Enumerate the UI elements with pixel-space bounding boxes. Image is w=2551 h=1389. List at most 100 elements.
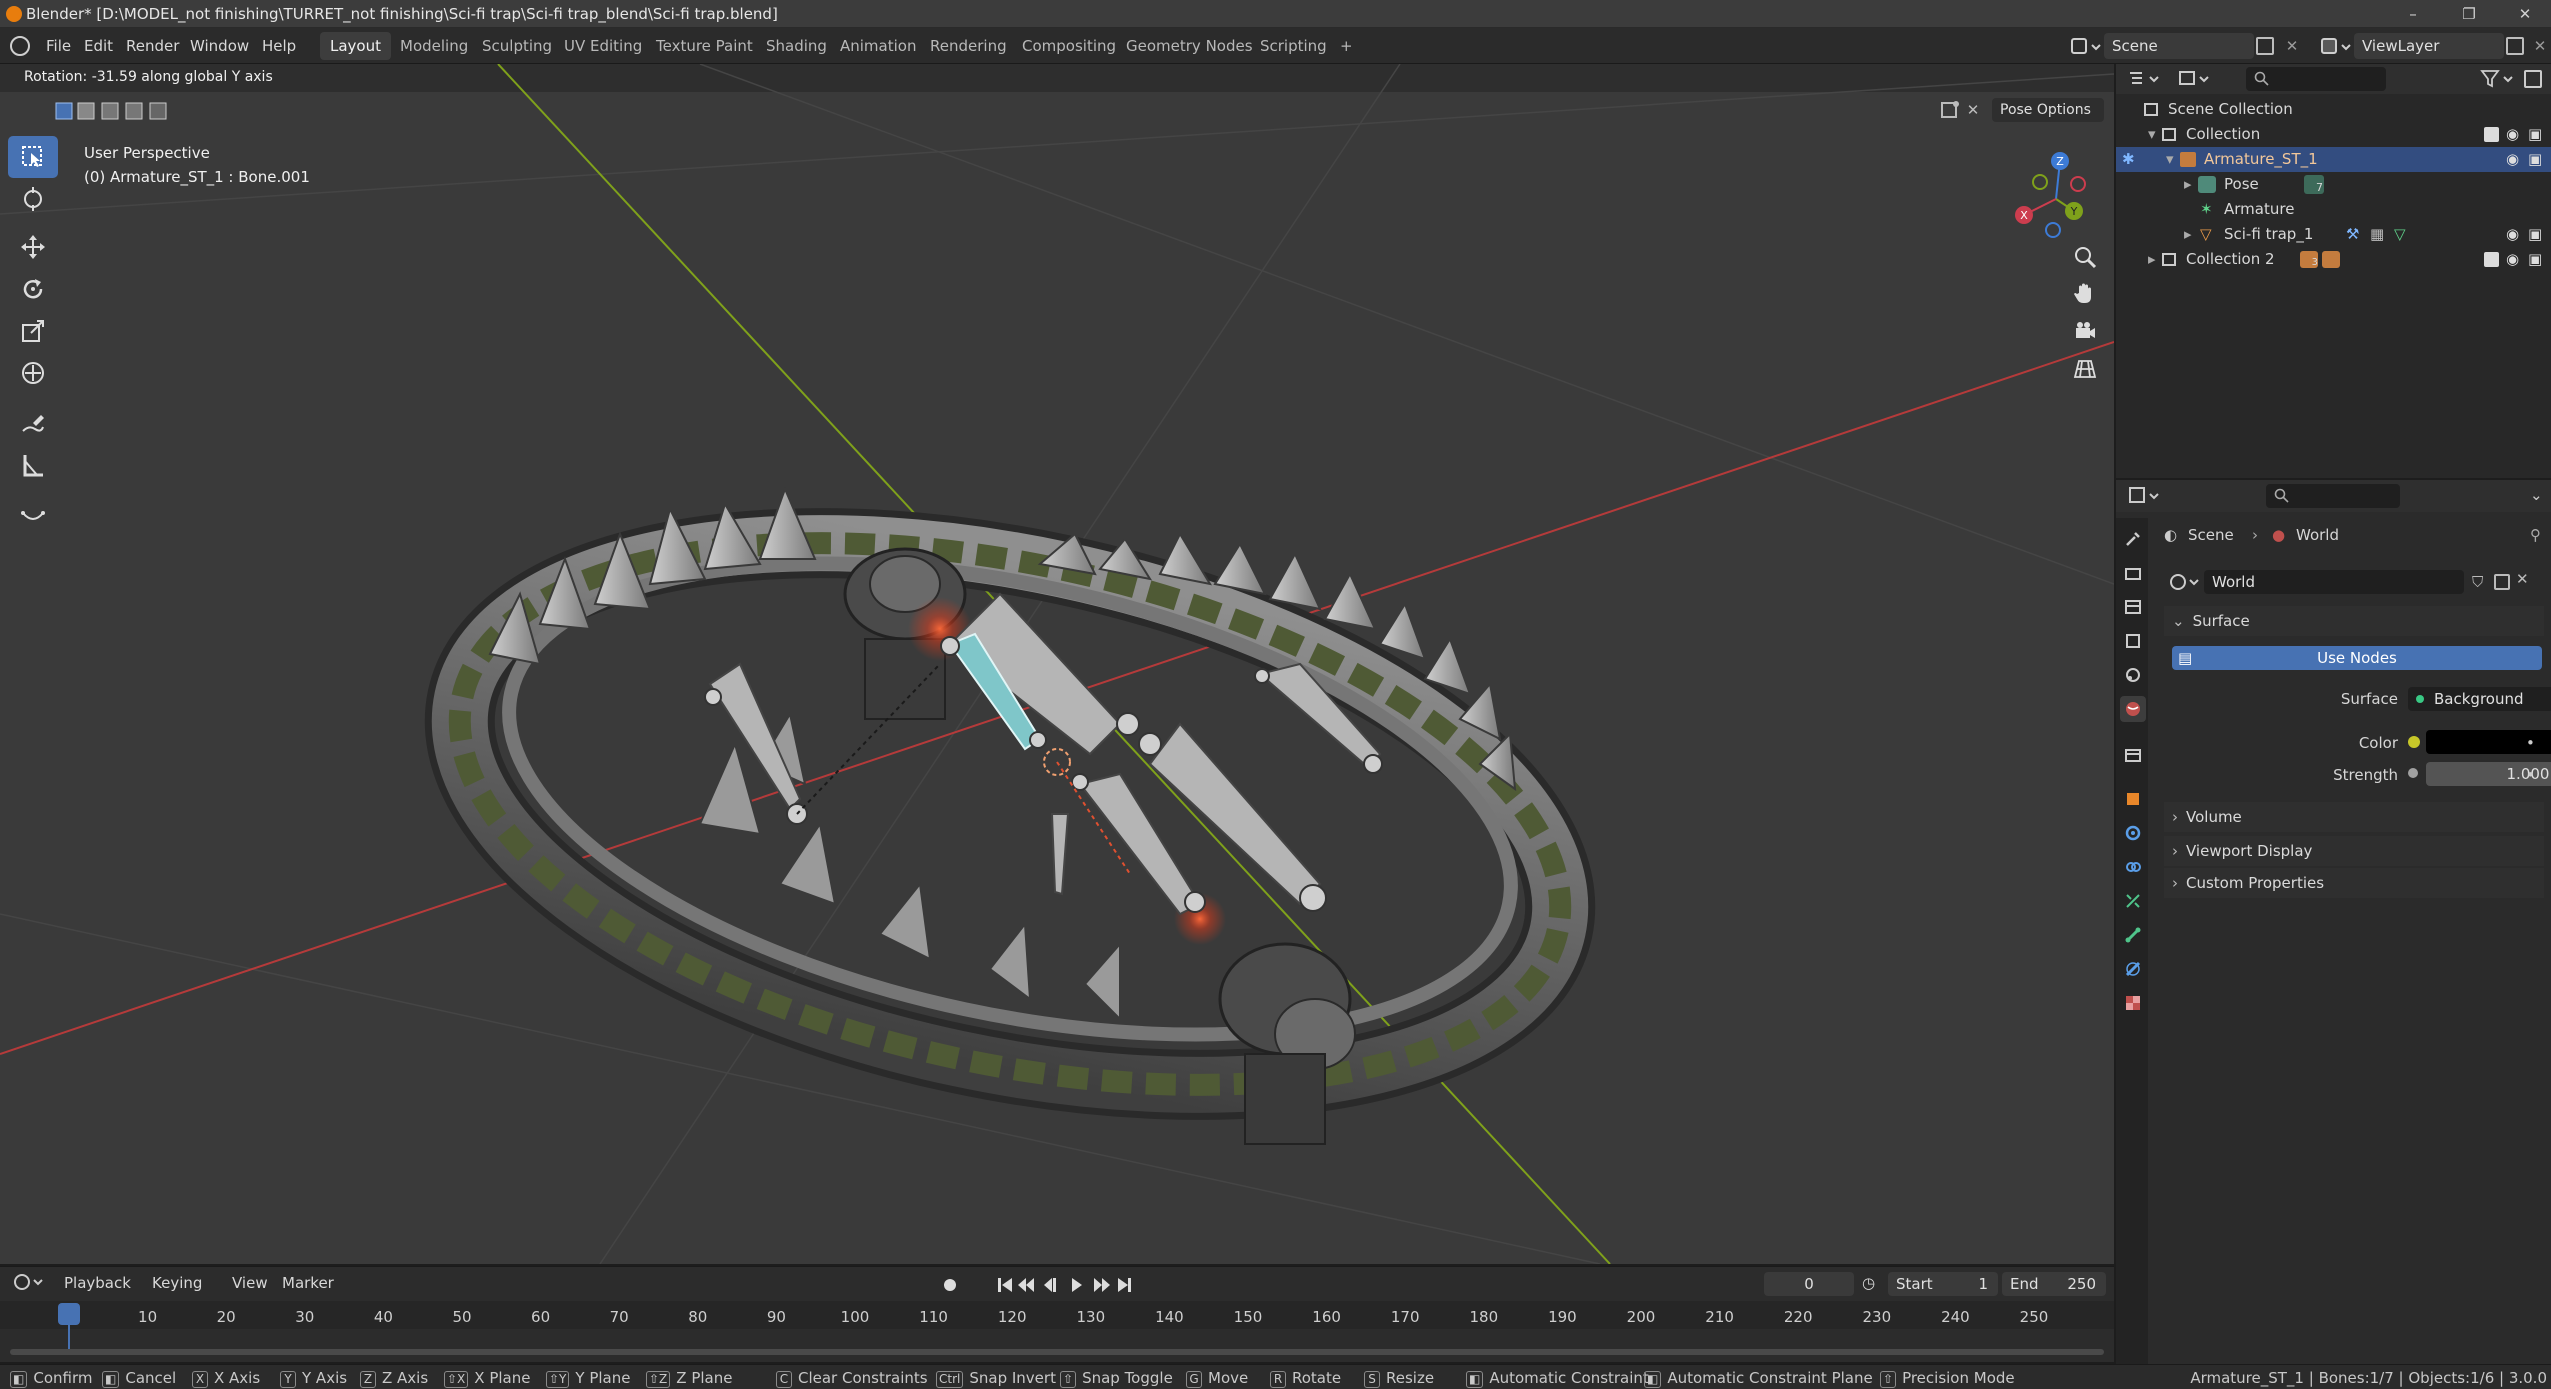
- surface-panel-header[interactable]: ⌄ Surface: [2164, 606, 2544, 636]
- constraints-tab-icon[interactable]: [2120, 854, 2146, 880]
- pan-hand-icon[interactable]: [2068, 276, 2102, 310]
- camera-icon[interactable]: ▣: [2528, 247, 2542, 272]
- bone-roll-icon[interactable]: [8, 494, 58, 536]
- add-workspace-button[interactable]: +: [1330, 32, 1363, 60]
- tab-uv-editing[interactable]: UV Editing: [554, 32, 652, 60]
- render-tab-icon[interactable]: [2120, 560, 2146, 586]
- world-tab-icon[interactable]: [2120, 696, 2146, 722]
- pose-options-dropdown[interactable]: Pose Options: [1992, 98, 2104, 122]
- blender-menu-icon[interactable]: [10, 36, 30, 56]
- keyframe-dot-icon[interactable]: •: [2526, 734, 2535, 752]
- menu-playback[interactable]: Playback: [56, 1271, 139, 1295]
- close-button[interactable]: ✕: [2502, 0, 2548, 28]
- gizmo-toggle-icon[interactable]: [1938, 98, 1964, 122]
- camera-icon[interactable]: ▣: [2528, 222, 2542, 247]
- outliner-row-collection-2[interactable]: ▸ Collection 2 3 ◉ ▣: [2116, 247, 2551, 272]
- display-mode-icon[interactable]: [2178, 68, 2214, 90]
- tab-geometry-nodes[interactable]: Geometry Nodes: [1116, 32, 1263, 60]
- menu-marker[interactable]: Marker: [274, 1271, 342, 1295]
- editor-type-icon[interactable]: [12, 1271, 48, 1293]
- scene-field[interactable]: Scene: [2104, 33, 2254, 59]
- checkbox-icon[interactable]: [2484, 127, 2499, 142]
- outliner-search-input[interactable]: [2246, 67, 2386, 91]
- playhead[interactable]: [58, 1303, 80, 1325]
- start-frame-field[interactable]: Start 1: [1888, 1272, 1998, 1296]
- menu-view[interactable]: View: [224, 1271, 276, 1295]
- unlink-icon[interactable]: ✕: [2516, 570, 2529, 588]
- outliner-row-armature-data[interactable]: ✶ Armature: [2116, 197, 2551, 222]
- outliner-row-armature-st-1[interactable]: ✱ ▾ Armature_ST_1 ◉ ▣: [2116, 147, 2551, 172]
- expand-arrow-icon[interactable]: ▸: [2184, 222, 2192, 247]
- menu-edit[interactable]: Edit: [76, 34, 121, 58]
- tab-rendering[interactable]: Rendering: [920, 32, 1017, 60]
- collection-tab-icon[interactable]: [2120, 742, 2146, 768]
- tab-animation[interactable]: Animation: [830, 32, 926, 60]
- annotate-icon[interactable]: [8, 402, 58, 444]
- zoom-icon[interactable]: [2068, 240, 2102, 274]
- world-browse-icon[interactable]: [2168, 570, 2202, 594]
- maximize-button[interactable]: ❐: [2446, 0, 2492, 28]
- camera-icon[interactable]: ▣: [2528, 147, 2542, 172]
- checkbox-icon[interactable]: [2484, 252, 2499, 267]
- pin-icon[interactable]: ⚲: [2530, 526, 2541, 544]
- outliner-row-sci-fi-trap-1[interactable]: ▸ ▽ Sci-fi trap_1 ⚒ ▦ ▽ ◉ ▣: [2116, 222, 2551, 247]
- rotate-icon[interactable]: [8, 268, 58, 310]
- eye-icon[interactable]: ◉: [2506, 122, 2519, 147]
- tab-scripting[interactable]: Scripting: [1250, 32, 1337, 60]
- expand-arrow-icon[interactable]: ▸: [2148, 247, 2156, 272]
- bone-constraint-tab-icon[interactable]: [2120, 956, 2146, 982]
- 3d-viewport[interactable]: Rotation: -31.59 along global Y axis Use…: [0, 64, 2114, 1264]
- camera-icon[interactable]: ▣: [2528, 122, 2542, 147]
- bone-tab-icon[interactable]: [2120, 922, 2146, 948]
- properties-search-input[interactable]: [2266, 484, 2400, 508]
- scene-tab-icon[interactable]: [2120, 662, 2146, 688]
- timeline-scrollbar[interactable]: [10, 1349, 2104, 1355]
- cursor-icon[interactable]: [8, 178, 58, 220]
- select-box-icon[interactable]: [8, 136, 58, 178]
- options-dropdown-icon[interactable]: ⌄: [2530, 486, 2543, 504]
- keyframe-dot-icon[interactable]: •: [2526, 766, 2535, 784]
- outliner-row-pose[interactable]: ▸ Pose 7: [2116, 172, 2551, 197]
- measure-icon[interactable]: [8, 444, 58, 486]
- expand-arrow-icon[interactable]: ▸: [2184, 172, 2192, 197]
- tab-compositing[interactable]: Compositing: [1012, 32, 1126, 60]
- camera-view-icon[interactable]: [2068, 314, 2102, 348]
- menu-file[interactable]: File: [38, 34, 79, 58]
- delete-viewlayer-icon[interactable]: ✕: [2530, 33, 2550, 59]
- tab-texture-paint[interactable]: Texture Paint: [646, 32, 763, 60]
- volume-panel-header[interactable]: › Volume: [2164, 802, 2544, 832]
- menu-window[interactable]: Window: [182, 34, 257, 58]
- viewlayer-browse-icon[interactable]: [2318, 36, 2352, 58]
- new-viewlayer-icon[interactable]: [2506, 37, 2524, 55]
- object-tab-icon[interactable]: [2120, 786, 2146, 812]
- new-scene-icon[interactable]: [2256, 37, 2274, 55]
- playback-controls[interactable]: [996, 1274, 1146, 1296]
- record-button[interactable]: [940, 1274, 970, 1296]
- move-icon[interactable]: [8, 226, 58, 268]
- editor-type-icon[interactable]: [2128, 68, 2164, 90]
- outliner-row-scene-collection[interactable]: Scene Collection: [2116, 97, 2551, 122]
- scale-icon[interactable]: [8, 310, 58, 352]
- new-collection-icon[interactable]: [2524, 70, 2542, 88]
- close-icon[interactable]: ✕: [1962, 98, 1984, 122]
- viewport-display-panel-header[interactable]: › Viewport Display: [2164, 836, 2544, 866]
- expand-arrow-icon[interactable]: ▾: [2148, 122, 2156, 147]
- transform-icon[interactable]: [8, 352, 58, 394]
- tab-sculpting[interactable]: Sculpting: [472, 32, 562, 60]
- eye-icon[interactable]: ◉: [2506, 147, 2519, 172]
- physics-tab-icon[interactable]: [2120, 820, 2146, 846]
- tab-layout[interactable]: Layout: [320, 32, 391, 60]
- tab-modeling[interactable]: Modeling: [390, 32, 478, 60]
- eye-icon[interactable]: ◉: [2506, 247, 2519, 272]
- editor-type-icon[interactable]: [2128, 485, 2164, 507]
- tool-tab-icon[interactable]: [2120, 526, 2146, 552]
- menu-keying[interactable]: Keying: [144, 1271, 210, 1295]
- perspective-toggle-icon[interactable]: [2068, 352, 2102, 386]
- viewlayer-field[interactable]: ViewLayer: [2354, 33, 2504, 59]
- clock-icon[interactable]: ◷: [1862, 1274, 1875, 1292]
- pose-mode-icon[interactable]: ✱: [2122, 147, 2135, 172]
- view-layer-tab-icon[interactable]: [2120, 628, 2146, 654]
- navigation-gizmo[interactable]: Z Y X: [2006, 144, 2106, 244]
- duplicate-icon[interactable]: [2494, 574, 2510, 590]
- filter-icon[interactable]: [2480, 68, 2516, 90]
